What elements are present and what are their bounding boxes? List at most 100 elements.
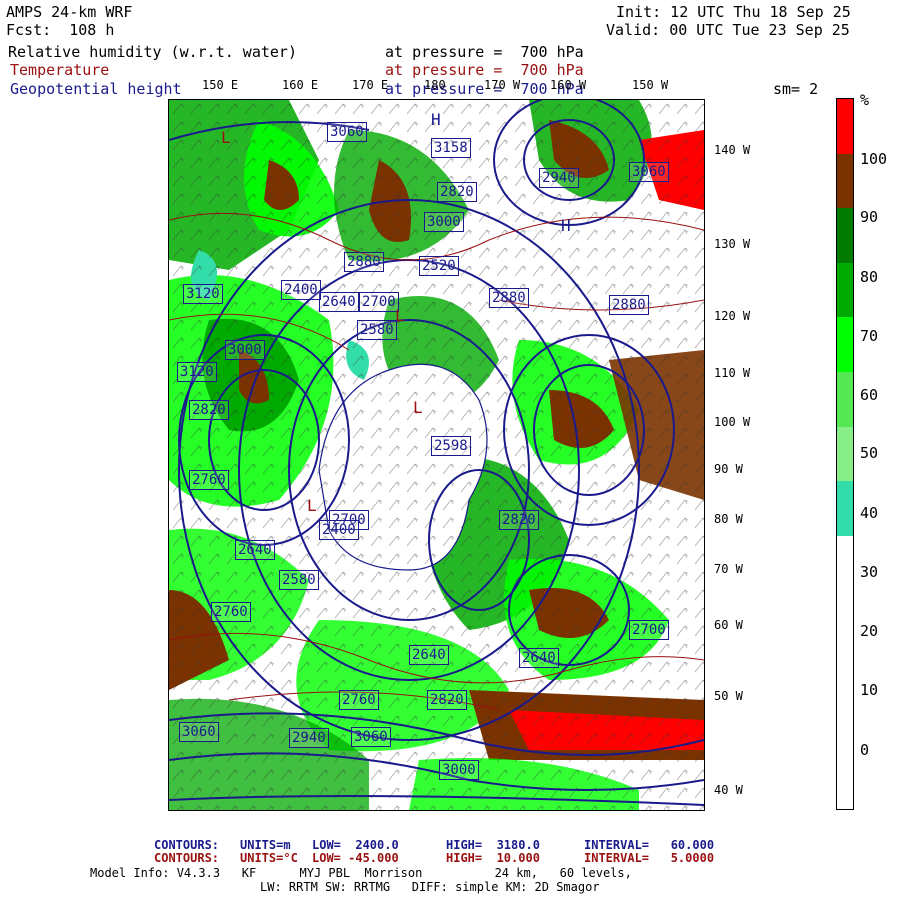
contour-height-low: LOW= 2400.0 xyxy=(312,838,399,852)
low-pressure-marker: L xyxy=(307,496,317,515)
height-contour-label: 3060 xyxy=(351,727,391,747)
colorbar-tick-label: 70 xyxy=(860,327,879,345)
lat-label: 50 W xyxy=(714,689,743,703)
height-contour-label: 2820 xyxy=(189,400,229,420)
contour-temp-units: UNITS=°C xyxy=(240,851,298,865)
map-plot-area: 3060 3158 3000 2820 2940 3060 2700 2580 2640 2400… xyxy=(168,99,705,811)
low-pressure-marker: L xyxy=(395,306,405,325)
height-contour-label: 2820 xyxy=(499,510,539,530)
field-temp-name: Temperature xyxy=(10,61,110,79)
lon-label: 170 W xyxy=(484,78,521,92)
lat-label: 70 W xyxy=(714,562,743,576)
height-contour-label: 2640 xyxy=(235,540,275,560)
lat-label: 90 W xyxy=(714,462,743,476)
colorbar-segment xyxy=(837,372,853,428)
contour-height-label: CONTOURS: xyxy=(154,838,220,852)
height-contour-label: 2880 xyxy=(609,295,649,315)
lon-label: 180 xyxy=(424,78,446,92)
height-contour-label: 2580 xyxy=(357,320,397,340)
colorbar-segment xyxy=(837,99,853,155)
lat-label: 110 W xyxy=(714,366,751,380)
field-rh-name: Relative humidity (w.r.t. water) xyxy=(8,43,297,61)
model-info-physics: LW: RRTM SW: RRTMG DIFF: simple KM: 2D S… xyxy=(260,880,600,894)
height-contour-label: 3000 xyxy=(424,212,464,232)
colorbar-tick-label: 80 xyxy=(860,268,879,286)
colorbar-segment xyxy=(837,535,853,592)
height-contour-label: 3158 xyxy=(431,138,471,158)
height-contour-label: 2640 xyxy=(409,645,449,665)
colorbar-tick-label: 90 xyxy=(860,208,879,226)
init-time: Init: 12 UTC Thu 18 Sep 25 xyxy=(616,3,851,21)
height-contour-label: 2700 xyxy=(629,620,669,640)
colorbar-unit: % xyxy=(860,91,870,109)
valid-time: Valid: 00 UTC Tue 23 Sep 25 xyxy=(606,21,850,39)
lon-label: 150 E xyxy=(202,78,239,92)
height-contour-label: 2820 xyxy=(427,690,467,710)
lat-label: 140 W xyxy=(714,143,751,157)
colorbar-tick-label: 10 xyxy=(860,681,879,699)
colorbar-tick-label: 40 xyxy=(860,504,879,522)
field-height-name: Geopotential height xyxy=(10,80,182,98)
height-contour-label: 2940 xyxy=(539,168,579,188)
colorbar-segment xyxy=(837,153,853,209)
colorbar-segment xyxy=(837,645,853,701)
height-contour-label: 2760 xyxy=(211,602,251,622)
height-contour-label: 3000 xyxy=(225,340,265,360)
height-contour-label: 2880 xyxy=(489,288,529,308)
colorbar-segment xyxy=(837,699,853,755)
high-pressure-marker: H xyxy=(431,110,441,129)
contour-temp-low: LOW= -45.000 xyxy=(312,851,399,865)
contour-temp-interval: INTERVAL= 5.0000 xyxy=(584,851,715,865)
field-temp-level: at pressure = 700 hPa xyxy=(385,61,584,79)
lat-label: 40 W xyxy=(714,783,743,797)
lat-label: 80 W xyxy=(714,512,743,526)
lon-label: 170 E xyxy=(352,78,389,92)
lon-label: 150 W xyxy=(632,78,669,92)
height-contour-label: 2640 xyxy=(519,648,559,668)
height-contour-label: 2520 xyxy=(419,256,459,276)
contour-temp-label: CONTOURS: xyxy=(154,851,220,865)
model-title: AMPS 24-km WRF xyxy=(6,3,133,21)
colorbar-segment xyxy=(837,426,853,482)
colorbar-tick-label: 60 xyxy=(860,386,879,404)
model-info: Model Info: V4.3.3 KF MYJ PBL Morrison 2… xyxy=(90,866,632,880)
height-contour-label: 2640 xyxy=(319,292,359,312)
height-contour-label: 2400 xyxy=(281,280,321,300)
height-contour-label: 2598 xyxy=(431,436,471,456)
contour-height-units: UNITS=m xyxy=(240,838,291,852)
lat-label: 130 W xyxy=(714,237,751,251)
high-pressure-marker: H xyxy=(561,216,571,235)
colorbar-tick-label: 30 xyxy=(860,563,879,581)
height-contour-label: 2700 xyxy=(359,292,399,312)
colorbar-tick-label: 0 xyxy=(860,741,870,759)
height-contour-label: 2760 xyxy=(189,470,229,490)
height-contour-label: 3060 xyxy=(327,122,367,142)
contour-height-high: HIGH= 3180.0 xyxy=(446,838,540,852)
colorbar-segment xyxy=(837,754,853,810)
height-contour-label: 2880 xyxy=(344,252,384,272)
lon-label: 160 E xyxy=(282,78,319,92)
colorbar-tick-label: 20 xyxy=(860,622,879,640)
colorbar-segment xyxy=(837,262,853,318)
colorbar-segment xyxy=(837,590,853,646)
height-contour-label: 2400 xyxy=(319,520,359,540)
colorbar-segment xyxy=(837,481,853,537)
colorbar-segment xyxy=(837,317,853,373)
colorbar-tick-label: 100 xyxy=(860,150,888,168)
height-contour-label: 3060 xyxy=(629,162,669,182)
height-contour-label: 3120 xyxy=(177,362,217,382)
lon-label: 160 W xyxy=(550,78,587,92)
colorbar xyxy=(836,98,854,810)
field-rh-level: at pressure = 700 hPa xyxy=(385,43,584,61)
low-pressure-marker: L xyxy=(413,398,423,417)
height-contour-label: 2940 xyxy=(289,728,329,748)
height-contour-label: 2580 xyxy=(279,570,319,590)
height-contour-label: 3000 xyxy=(439,760,479,780)
contour-temp-high: HIGH= 10.000 xyxy=(446,851,540,865)
lat-label: 60 W xyxy=(714,618,743,632)
lat-label: 120 W xyxy=(714,309,751,323)
height-contour-label: 2820 xyxy=(437,182,477,202)
low-pressure-marker: L xyxy=(221,128,231,147)
height-contour-label: 3060 xyxy=(179,722,219,742)
colorbar-tick-label: 50 xyxy=(860,444,879,462)
